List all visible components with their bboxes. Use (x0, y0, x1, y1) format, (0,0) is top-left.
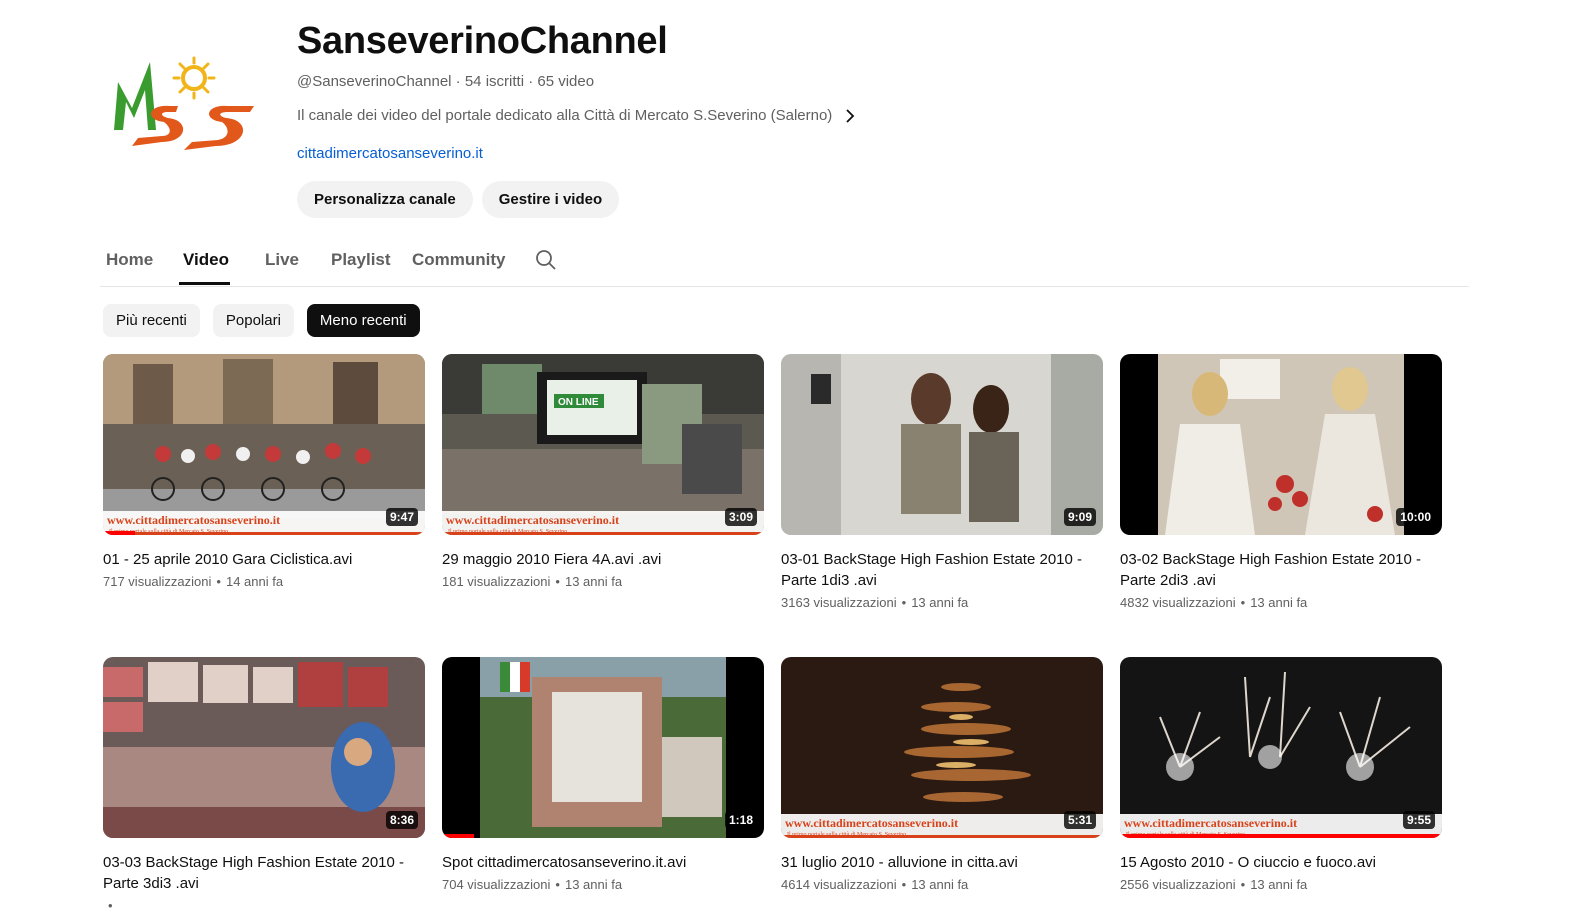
tab-playlist[interactable]: Playlist (331, 250, 391, 270)
video-thumbnail[interactable]: www.cittadimercatosanseverino.it Il prim… (781, 657, 1103, 838)
video-meta: 2556 visualizzazioni • 13 anni fa (1120, 877, 1308, 892)
meta-separator: · (455, 73, 461, 90)
svg-text:ON LINE: ON LINE (558, 397, 599, 408)
view-count: 717 visualizzazioni (103, 574, 212, 589)
video-card[interactable]: 9:09 03-01 BackStage High Fashion Estate… (781, 354, 1103, 610)
video-duration: 9:55 (1402, 811, 1435, 829)
watch-progress-bar (442, 834, 475, 838)
video-meta: 181 visualizzazioni • 13 anni fa (442, 574, 623, 589)
active-tab-indicator (179, 282, 230, 285)
channel-logo (104, 50, 264, 162)
chip-most-recent[interactable]: Più recenti (103, 304, 200, 337)
channel-name: SanseverinoChannel (297, 20, 668, 62)
chip-oldest[interactable]: Meno recenti (306, 304, 420, 337)
video-duration: 1:18 (724, 811, 757, 829)
upload-age: 13 anni fa (911, 595, 969, 610)
video-card[interactable]: www.cittadimercatosanseverino.it Il prim… (1120, 657, 1442, 892)
upload-age: 13 anni fa (564, 877, 623, 892)
video-count: 65 video (537, 73, 595, 90)
video-card[interactable]: www.cittadimercatosanseverino.it Il prim… (103, 354, 425, 589)
watermark-url: www.cittadimercatosanseverino.it (785, 816, 958, 830)
view-count: 4614 visualizzazioni (781, 877, 897, 892)
video-card[interactable]: 1:18 Spot cittadimercatosanseverino.it.a… (442, 657, 764, 892)
video-title[interactable]: 01 - 25 aprile 2010 Gara Ciclistica.avi (103, 549, 425, 570)
video-title[interactable]: 15 Agosto 2010 - O ciuccio e fuoco.avi (1120, 852, 1442, 873)
view-count: 2556 visualizzazioni (1120, 877, 1236, 892)
video-title[interactable]: 29 maggio 2010 Fiera 4A.avi .avi (442, 549, 764, 570)
video-duration: 5:31 (1063, 811, 1096, 829)
video-card[interactable]: 10:00 03-02 BackStage High Fashion Estat… (1120, 354, 1442, 610)
subscriber-count: 54 iscritti (464, 73, 525, 90)
watermark-url: www.cittadimercatosanseverino.it (107, 513, 280, 527)
video-duration: 9:09 (1063, 508, 1096, 526)
view-count: 704 visualizzazioni (442, 877, 551, 892)
tab-live[interactable]: Live (265, 250, 299, 270)
video-meta: 3163 visualizzazioni • 13 anni fa (781, 595, 969, 610)
channel-website-link[interactable]: cittadimercatosanseverino.it (297, 145, 483, 162)
video-duration: 9:47 (385, 508, 418, 526)
upload-age: 13 anni fa (911, 877, 969, 892)
channel-description[interactable]: Il canale dei video del portale dedicato… (297, 107, 858, 124)
video-card[interactable]: 8:36 03-03 BackStage High Fashion Estate… (103, 657, 425, 913)
meta-separator: · (528, 73, 534, 90)
tab-video[interactable]: Video (183, 250, 229, 270)
video-card[interactable]: www.cittadimercatosanseverino.it Il prim… (781, 657, 1103, 892)
upload-age: 14 anni fa (225, 574, 284, 589)
video-meta: 4832 visualizzazioni • 13 anni fa (1120, 595, 1308, 610)
tab-community[interactable]: Community (412, 250, 506, 270)
video-thumbnail[interactable]: 9:09 (781, 354, 1103, 535)
channel-meta: @SanseverinoChannel · 54 iscritti · 65 v… (297, 73, 594, 90)
video-thumbnail[interactable]: 8:36 (103, 657, 425, 838)
sun-icon (172, 56, 216, 100)
channel-tabs: Home Video Live Playlist Community (100, 240, 1469, 287)
video-thumbnail[interactable]: ON LINE www.cittadimercatosanseverino.it… (442, 354, 764, 535)
video-title[interactable]: Spot cittadimercatosanseverino.it.avi (442, 852, 764, 873)
tab-home[interactable]: Home (106, 250, 153, 270)
video-title[interactable]: 03-03 BackStage High Fashion Estate 2010… (103, 852, 425, 894)
upload-age: 13 anni fa (1250, 595, 1308, 610)
sort-chips: Più recenti Popolari Meno recenti (103, 304, 420, 337)
view-count: 3163 visualizzazioni (781, 595, 897, 610)
watermark-url: www.cittadimercatosanseverino.it (1124, 816, 1297, 830)
upload-age: 13 anni fa (564, 574, 623, 589)
customize-channel-button[interactable]: Personalizza canale (297, 181, 473, 218)
video-thumbnail[interactable]: www.cittadimercatosanseverino.it Il prim… (103, 354, 425, 535)
video-title[interactable]: 03-02 BackStage High Fashion Estate 2010… (1120, 549, 1442, 591)
manage-videos-button[interactable]: Gestire i video (481, 181, 620, 218)
watch-progress-bar (103, 531, 136, 535)
video-thumbnail[interactable]: 1:18 (442, 657, 764, 838)
search-icon[interactable] (534, 248, 558, 272)
watch-progress-bar (1120, 834, 1442, 838)
chip-popular[interactable]: Popolari (212, 304, 294, 337)
video-thumbnail[interactable]: 10:00 (1120, 354, 1442, 535)
video-thumbnail[interactable]: www.cittadimercatosanseverino.it Il prim… (1120, 657, 1442, 838)
view-count: 4832 visualizzazioni (1120, 595, 1236, 610)
view-count: 181 visualizzazioni (442, 574, 551, 589)
channel-handle: @SanseverinoChannel (297, 73, 452, 90)
video-duration: 8:36 (385, 811, 418, 829)
description-text: Il canale dei video del portale dedicato… (297, 107, 833, 124)
video-meta: 4614 visualizzazioni • 13 anni fa (781, 877, 969, 892)
video-duration: 10:00 (1396, 508, 1435, 526)
video-meta: 717 visualizzazioni • 14 anni fa (103, 574, 284, 589)
video-title[interactable]: 31 luglio 2010 - alluvione in citta.avi (781, 852, 1103, 873)
chevron-right-icon (842, 108, 858, 124)
video-title[interactable]: 03-01 BackStage High Fashion Estate 2010… (781, 549, 1103, 591)
watermark-url: www.cittadimercatosanseverino.it (446, 513, 619, 527)
upload-age: 13 anni fa (1250, 877, 1308, 892)
video-meta: 704 visualizzazioni • 13 anni fa (442, 877, 623, 892)
video-card[interactable]: ON LINE www.cittadimercatosanseverino.it… (442, 354, 764, 589)
video-duration: 3:09 (724, 508, 757, 526)
